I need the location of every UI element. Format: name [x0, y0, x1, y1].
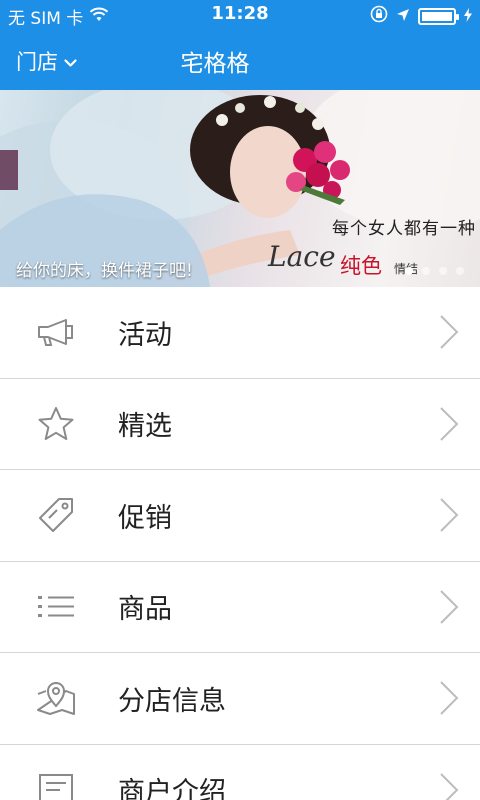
- banner-dot[interactable]: [405, 267, 413, 275]
- menu-list: 活动 精选 促销 商品 分店信息 商户介绍: [0, 287, 480, 800]
- banner-dot[interactable]: [456, 267, 464, 275]
- status-bar: 无 SIM 卡 11:28: [0, 0, 480, 30]
- chevron-right-icon: [440, 590, 459, 624]
- chevron-right-icon: [440, 407, 459, 441]
- menu-item-promotions[interactable]: 促销: [0, 470, 480, 562]
- battery-fill: [422, 12, 452, 21]
- status-right: [370, 5, 472, 28]
- chevron-right-icon: [440, 315, 459, 349]
- banner-dot[interactable]: [422, 267, 430, 275]
- menu-item-label: 商户介绍: [118, 777, 226, 800]
- menu-item-products[interactable]: 商品: [0, 561, 480, 653]
- menu-item-merchant-intro[interactable]: 商户介绍: [0, 744, 480, 800]
- chevron-right-icon: [440, 773, 459, 800]
- menu-item-label: 精选: [118, 411, 172, 443]
- promo-banner[interactable]: 每个女人都有一种 Lace 纯色 情结 给你的床，换件裙子吧!: [0, 90, 480, 287]
- menu-item-activities[interactable]: 活动: [0, 287, 480, 379]
- menu-item-label: 促销: [118, 502, 172, 534]
- list-icon: [36, 587, 76, 627]
- app-header: 门店 宅格格: [0, 30, 480, 90]
- location-arrow-icon: [396, 7, 410, 27]
- banner-overlay-text: 每个女人都有一种: [332, 219, 476, 239]
- charging-bolt-icon: [464, 7, 472, 27]
- megaphone-icon: [36, 312, 76, 352]
- banner-dot[interactable]: [439, 267, 447, 275]
- banner-pure-text: 纯色: [340, 254, 382, 278]
- star-icon: [36, 404, 76, 444]
- banner-lace-text: Lace: [268, 240, 336, 273]
- document-icon: [36, 770, 76, 800]
- page-title: 宅格格: [180, 51, 250, 77]
- chevron-right-icon: [440, 498, 459, 532]
- menu-item-label: 活动: [118, 319, 172, 351]
- chevron-right-icon: [440, 681, 459, 715]
- menu-item-label: 商品: [118, 594, 172, 626]
- banner-page-indicator[interactable]: [405, 267, 464, 275]
- tag-icon: [36, 495, 76, 535]
- menu-item-label: 分店信息: [118, 685, 226, 717]
- menu-item-featured[interactable]: 精选: [0, 378, 480, 470]
- rotation-lock-icon: [370, 5, 388, 28]
- banner-caption: 给你的床，换件裙子吧!: [16, 261, 193, 281]
- battery-icon: [418, 8, 459, 25]
- map-pin-icon: [36, 678, 76, 718]
- menu-item-branches[interactable]: 分店信息: [0, 653, 480, 745]
